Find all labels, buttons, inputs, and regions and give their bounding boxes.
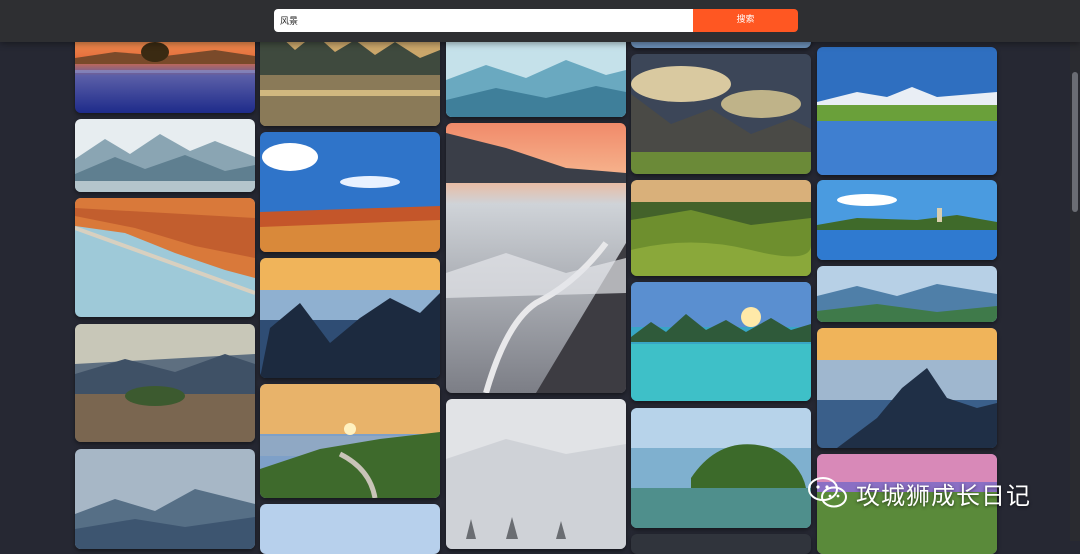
top-bar: 搜索 [0, 0, 1080, 42]
image-card[interactable] [75, 119, 255, 192]
snowy-forest-fog [446, 399, 626, 549]
scrollbar-thumb[interactable] [1072, 72, 1078, 212]
autumn-forest-lake [75, 198, 255, 317]
image-card[interactable] [260, 504, 440, 554]
red-land-blue-sky [260, 132, 440, 252]
dramatic-clouds-grazing-cattle [631, 54, 811, 174]
image-card[interactable] [75, 324, 255, 442]
alpine-lake-reflection [817, 47, 997, 175]
wechat-icon [808, 477, 847, 508]
karst-river-sunset [260, 30, 440, 126]
light-sky-partial [260, 504, 440, 554]
image-card[interactable] [631, 534, 811, 554]
search-input[interactable] [274, 9, 694, 32]
image-card[interactable] [817, 266, 997, 322]
mountain-village-sunrays [75, 324, 255, 442]
image-card[interactable] [446, 123, 626, 393]
image-card[interactable] [817, 47, 997, 175]
image-card[interactable] [260, 258, 440, 378]
blue-lake-pagoda [817, 180, 997, 260]
image-card[interactable] [817, 180, 997, 260]
sunset-coastline-road [260, 384, 440, 498]
search-button[interactable]: 搜索 [693, 9, 798, 32]
image-card[interactable] [446, 399, 626, 549]
teal-misty-mountains [446, 30, 626, 117]
image-card[interactable] [260, 30, 440, 126]
green-karst-river [631, 408, 811, 528]
watermark-text: 攻城狮成长日记 [856, 481, 1031, 510]
image-card[interactable] [446, 30, 626, 117]
image-card[interactable] [260, 132, 440, 252]
blue-mountains-mist [817, 266, 997, 322]
sea-of-clouds-peaks [260, 258, 440, 378]
image-card[interactable] [75, 198, 255, 317]
blue-hazy-mountains [75, 449, 255, 549]
image-card[interactable] [631, 282, 811, 401]
green-terraces [631, 180, 811, 276]
sunrise-sea-of-clouds [817, 328, 997, 448]
image-card[interactable] [631, 180, 811, 276]
image-card[interactable] [631, 408, 811, 528]
misty-mountains-blue [75, 119, 255, 192]
karst-lake-sunset [631, 282, 811, 401]
page-scrollbar[interactable] [1070, 0, 1080, 541]
lake-sunset-tree [75, 30, 255, 113]
dark-partial [631, 534, 811, 554]
image-card[interactable] [817, 328, 997, 448]
watermark: 攻城狮成长日记 [808, 473, 1031, 513]
image-card[interactable] [75, 30, 255, 113]
cloud-valley-winding-road [446, 123, 626, 393]
image-card[interactable] [260, 384, 440, 498]
image-card[interactable] [631, 54, 811, 174]
image-card[interactable] [75, 449, 255, 549]
